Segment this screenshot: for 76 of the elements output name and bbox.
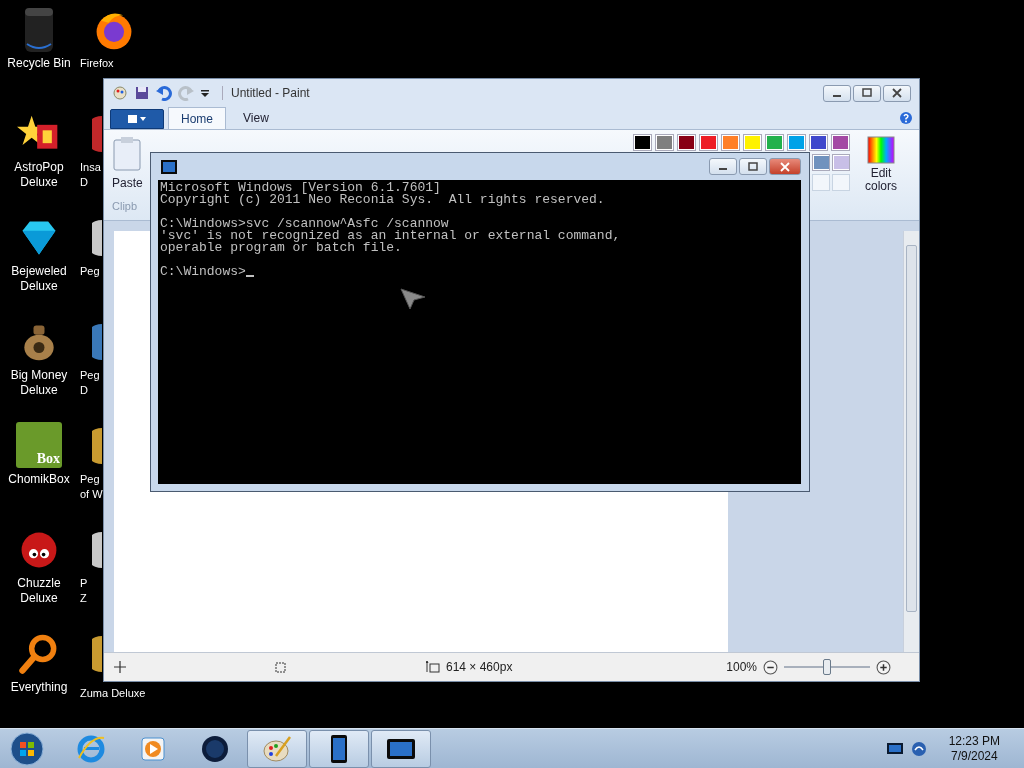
close-icon <box>892 88 902 98</box>
canvas-size-icon <box>426 661 440 673</box>
close-button[interactable] <box>883 84 911 102</box>
desktop-icon-label[interactable]: Peg <box>80 264 100 279</box>
desktop-icon-label[interactable]: Chuzzle Deluxe <box>17 576 61 606</box>
date-text: 7/9/2024 <box>949 748 999 764</box>
console-line: Copyright (c) 2011 Neo Reconia Sys. All rights reserved. <box>160 194 606 206</box>
desktop-icon-label[interactable]: Zuma Deluxe <box>80 686 146 701</box>
move-cursor-icon <box>114 661 126 673</box>
desktop-icon-label[interactable]: AstroPop Deluxe <box>14 160 64 190</box>
ribbon-tab[interactable]: View <box>230 107 282 129</box>
start-button[interactable] <box>9 730 45 767</box>
minimize-icon <box>719 168 727 170</box>
taskbar-button[interactable] <box>309 729 369 768</box>
console-icon[interactable] <box>161 159 177 174</box>
paste-label[interactable]: Paste <box>112 176 143 190</box>
app-icon[interactable] <box>92 636 102 672</box>
group-label: Clipb <box>112 200 138 212</box>
minimize-button[interactable] <box>709 158 737 175</box>
desktop-icon-label[interactable]: P Z <box>80 576 88 606</box>
close-icon <box>780 161 790 172</box>
desktop-icon-label[interactable]: Everything <box>10 680 68 695</box>
edit-colors-label[interactable]: Edit colors <box>865 167 897 193</box>
selection-icon <box>274 661 286 673</box>
console-line: operable program or batch file. <box>160 242 403 254</box>
save-icon[interactable] <box>134 85 150 101</box>
globe-icon <box>200 733 230 764</box>
undo-icon[interactable] <box>156 85 172 101</box>
caret-icon[interactable] <box>200 88 210 98</box>
taskbar-button[interactable] <box>371 729 431 768</box>
desktop-icon-label[interactable]: Insa D <box>80 160 101 190</box>
maximize-icon <box>862 88 872 98</box>
mouse-pointer-icon <box>400 288 426 310</box>
desktop-icon-label[interactable]: Peg of W <box>80 472 103 502</box>
file-menu-button[interactable] <box>110 109 164 129</box>
zoom-out-button[interactable] <box>763 659 778 675</box>
zoom-percent: 100% <box>726 660 757 674</box>
maximize-icon <box>748 161 758 172</box>
desktop-icon-label[interactable]: Peg D <box>80 368 100 398</box>
minimize-icon <box>833 94 841 97</box>
color-spectrum-icon[interactable] <box>867 136 895 164</box>
desktop-icon-label[interactable]: ChomikBox <box>8 472 70 487</box>
desktop-icon-label[interactable]: Bejeweled Deluxe <box>11 264 67 294</box>
console-line: Microsoft Windows [Version 6.1.7601] <box>160 182 442 194</box>
window-title: Untitled - Paint <box>222 86 310 100</box>
console-line: 'svc' is not recognized as an internal or external command, <box>160 230 622 242</box>
zoom-in-button[interactable] <box>876 659 891 675</box>
desktop-icon-label[interactable]: Big Money Deluxe <box>10 368 68 398</box>
minimize-button[interactable] <box>823 84 851 102</box>
desktop-icon-label[interactable]: Recycle Bin <box>7 56 71 71</box>
close-button[interactable] <box>769 158 801 175</box>
console-line: C:\Windows>svc /scannow^Asfc /scannow <box>160 218 449 230</box>
app-icon[interactable] <box>92 532 102 568</box>
command-prompt: C:\Windows> <box>160 266 246 278</box>
network-icon[interactable] <box>910 740 927 757</box>
vertical-scrollbar[interactable] <box>903 231 919 652</box>
text-cursor <box>245 275 254 277</box>
maximize-button[interactable] <box>739 158 767 175</box>
empty-color-swatch[interactable] <box>832 174 850 191</box>
clipboard-icon[interactable] <box>112 136 142 172</box>
paint-app-icon[interactable] <box>112 85 128 101</box>
zoom-slider-thumb[interactable] <box>823 659 831 675</box>
ribbon-tab[interactable]: Home <box>168 107 226 129</box>
magnifier-icon <box>19 634 57 674</box>
app-icon[interactable] <box>92 428 102 464</box>
time-text: 12:23 PM <box>948 733 1000 749</box>
empty-color-swatch[interactable] <box>812 174 830 191</box>
monitor-icon[interactable] <box>886 740 903 757</box>
maximize-button[interactable] <box>853 84 881 102</box>
clock[interactable]: 12:23 PM 7/9/2024 <box>948 733 1000 764</box>
canvas-size-text: 614 × 460px <box>446 660 513 674</box>
desktop-icon-label[interactable]: Firefox <box>80 56 114 71</box>
browser-icon <box>76 733 106 764</box>
menu-icon <box>127 114 147 124</box>
app-icon[interactable] <box>92 220 102 256</box>
help-icon[interactable] <box>899 111 913 125</box>
